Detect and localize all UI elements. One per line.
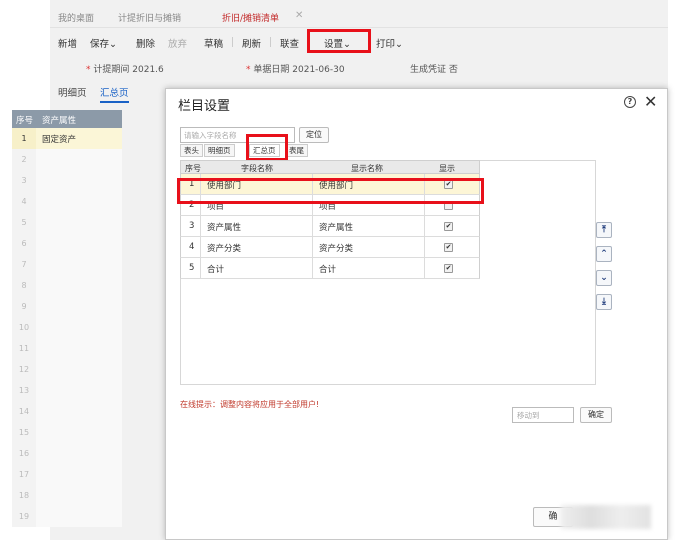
table-row[interactable]: 4 资产分类 资产分类 ✔ (180, 237, 480, 258)
locate-button[interactable]: 定位 (299, 127, 329, 143)
summary-tab-highlight-box (246, 134, 288, 161)
query-button[interactable]: 联查 (280, 36, 299, 50)
subtab-detail[interactable]: 明细页 (58, 85, 87, 99)
show-checkbox[interactable]: ✔ (444, 243, 453, 252)
grid-row[interactable]: 1 固定资产 (12, 128, 122, 149)
grid-row[interactable]: 5 (12, 212, 122, 233)
blurred-area (561, 505, 651, 529)
move-bottom-icon[interactable]: ⤓ (596, 294, 612, 310)
grid-row[interactable]: 3 (12, 170, 122, 191)
draft-button[interactable]: 草稿 (204, 36, 223, 50)
background-grid: 序号 资产属性 1 固定资产 2 3 4 5 6 7 8 9 10 11 12 1… (12, 110, 122, 540)
toolbar-divider (270, 37, 271, 47)
grid-row[interactable]: 17 (12, 464, 122, 485)
tab-header[interactable]: 表头 (180, 144, 203, 157)
discard-button[interactable]: 放弃 (168, 36, 187, 50)
print-button[interactable]: 打印⌄ (376, 36, 403, 50)
refresh-button[interactable]: 刷新 (242, 36, 261, 50)
grid-row[interactable]: 6 (12, 233, 122, 254)
grid-row[interactable]: 8 (12, 275, 122, 296)
grid-header-no: 序号 (16, 116, 34, 126)
col-no: 序号 (185, 164, 201, 173)
move-confirm-button[interactable]: 确定 (580, 407, 612, 423)
subtab-summary[interactable]: 汇总页 (100, 85, 129, 103)
grid-row[interactable]: 18 (12, 485, 122, 506)
col-show: 显示 (439, 164, 455, 173)
show-checkbox[interactable]: ✔ (444, 264, 453, 273)
toolbar-divider (232, 37, 233, 47)
move-to-input[interactable]: 移动到 (512, 407, 574, 423)
help-icon[interactable]: ? (624, 96, 636, 108)
grid-row[interactable]: 2 (12, 149, 122, 170)
tab-bar: 我的桌面 计提折旧与摊销 折旧/摊销清单 ✕ (50, 6, 668, 28)
move-up-icon[interactable]: ⌃ (596, 246, 612, 262)
grid-row[interactable]: 16 (12, 443, 122, 464)
col-field-name: 字段名称 (241, 164, 273, 173)
close-icon[interactable]: ✕ (644, 92, 657, 111)
form-header: * 计提期间 2021.6 * 单据日期 2021-06-30 生成凭证 否 (50, 62, 668, 78)
tab-depreciation-list[interactable]: 折旧/摊销清单 (222, 11, 279, 24)
date-field: * 单据日期 2021-06-30 (246, 65, 345, 75)
dialog-title: 栏目设置 (178, 99, 231, 114)
close-tab-icon[interactable]: ✕ (295, 10, 303, 21)
grid-row[interactable]: 9 (12, 296, 122, 317)
grid-row[interactable]: 10 (12, 317, 122, 338)
grid-row[interactable]: 4 (12, 191, 122, 212)
tab-footer[interactable]: 表尾 (285, 144, 308, 157)
column-settings-dialog: 栏目设置 ? ✕ 请输入字段名称 定位 表头 明细页 汇总页 表尾 序号 字段名… (165, 88, 668, 540)
grid-row[interactable]: 15 (12, 422, 122, 443)
grid-row[interactable]: 12 (12, 359, 122, 380)
grid-row[interactable]: 19 (12, 506, 122, 527)
add-button[interactable]: 新增 (58, 36, 77, 50)
table-row[interactable]: 3 资产属性 资产属性 ✔ (180, 216, 480, 237)
move-down-icon[interactable]: ⌄ (596, 270, 612, 286)
tab-depreciation[interactable]: 计提折旧与摊销 (118, 11, 181, 24)
grid-row[interactable]: 14 (12, 401, 122, 422)
col-display-name: 显示名称 (351, 164, 383, 173)
grid-header-attr: 资产属性 (42, 116, 77, 126)
grid-row[interactable]: 13 (12, 380, 122, 401)
delete-button[interactable]: 删除 (136, 36, 155, 50)
grid-row[interactable]: 7 (12, 254, 122, 275)
grid-row[interactable]: 11 (12, 338, 122, 359)
online-tip: 在线提示：调整内容将应用于全部用户! (180, 400, 320, 409)
grid-header: 序号 资产属性 (12, 110, 122, 128)
period-field: * 计提期间 2021.6 (86, 65, 164, 75)
settings-highlight-box (307, 29, 371, 53)
show-checkbox[interactable]: ✔ (444, 222, 453, 231)
row-highlight-box (177, 178, 484, 204)
voucher-field: 生成凭证 否 (410, 65, 458, 75)
field-table-header: 序号 字段名称 显示名称 显示 (180, 160, 480, 174)
tab-detail[interactable]: 明细页 (204, 144, 235, 157)
save-button[interactable]: 保存⌄ (90, 36, 117, 50)
table-row[interactable]: 5 合计 合计 ✔ (180, 258, 480, 279)
move-top-icon[interactable]: ⤒ (596, 222, 612, 238)
tab-desktop[interactable]: 我的桌面 (58, 11, 94, 24)
